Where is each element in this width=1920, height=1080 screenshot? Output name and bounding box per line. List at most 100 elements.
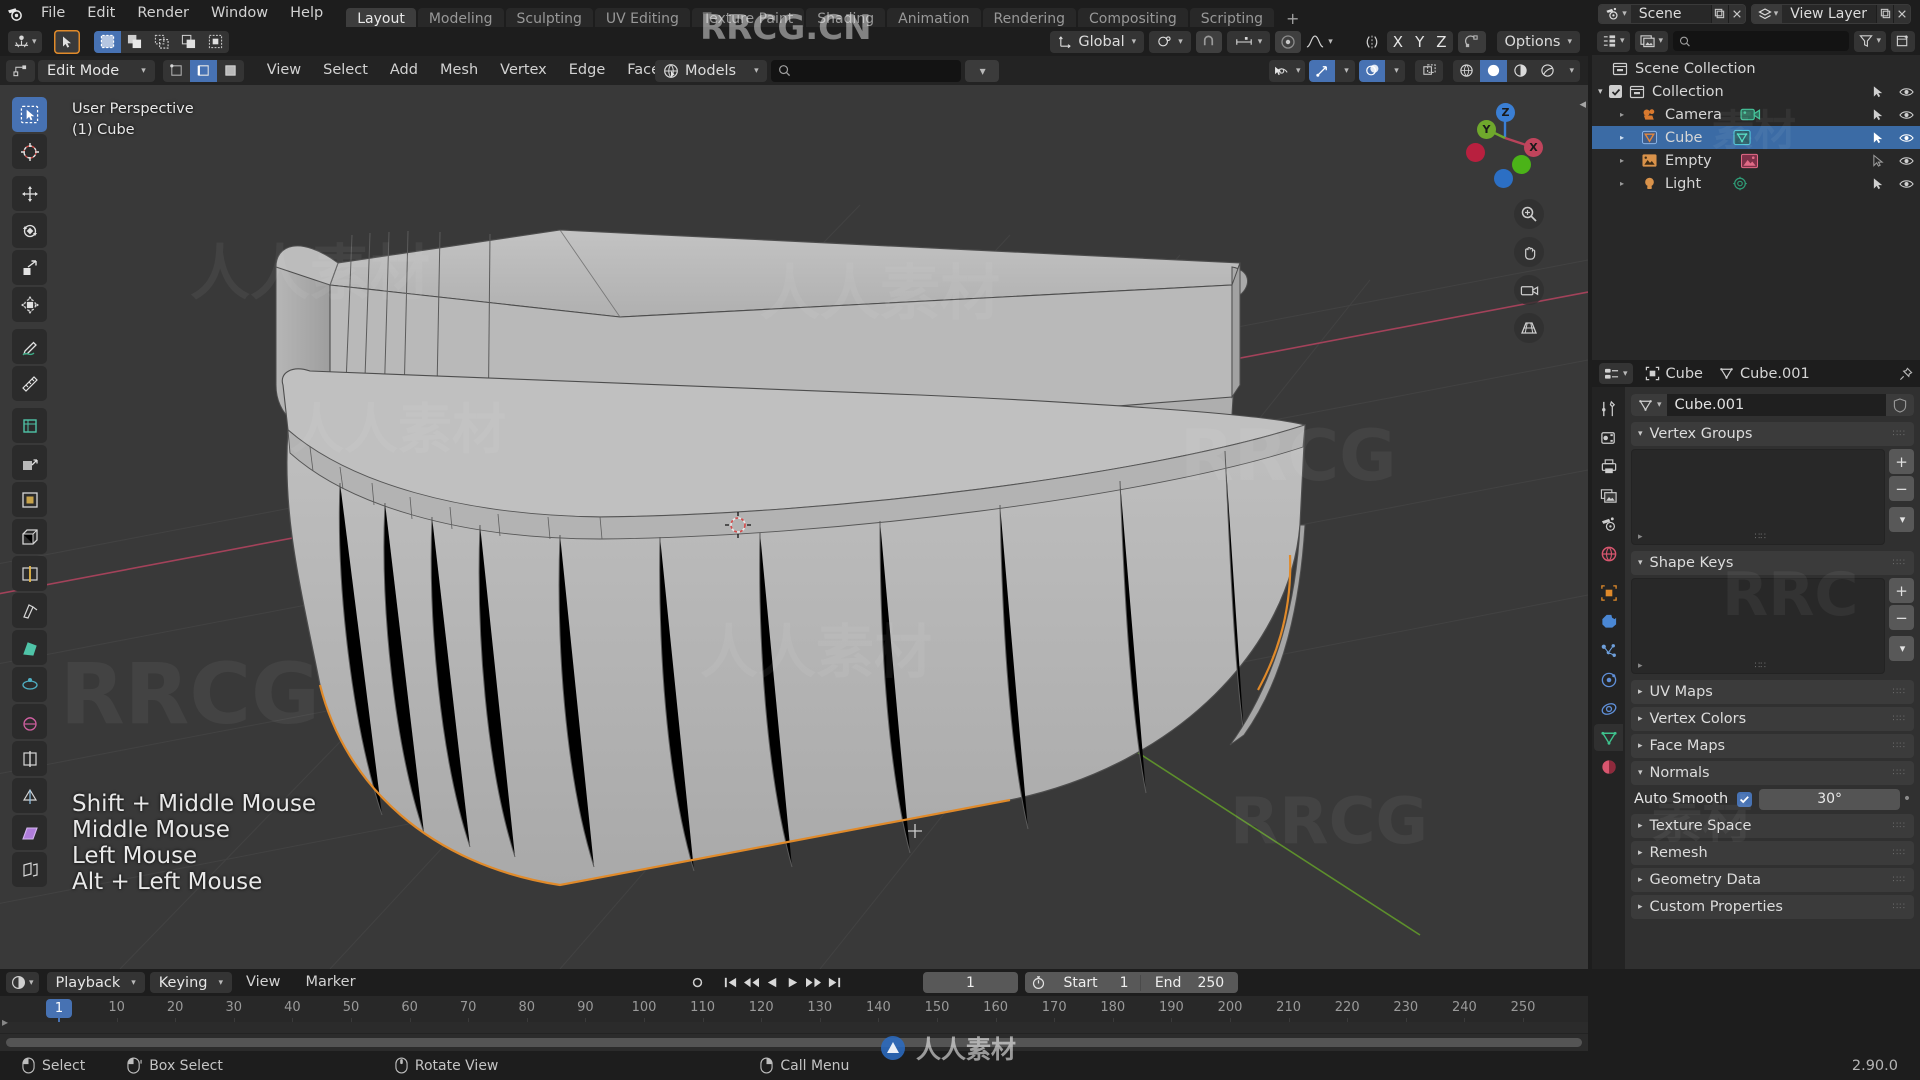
disable-in-viewport-icon[interactable] [1872, 177, 1885, 190]
blender-logo-icon[interactable] [0, 0, 30, 27]
show-overlays-toggle[interactable] [1359, 59, 1386, 82]
resize-grip-icon[interactable]: ∷∷ [1755, 661, 1766, 671]
select-subtract-button[interactable] [148, 31, 175, 53]
vertex-groups-list[interactable]: ▸ ∷∷ [1631, 449, 1885, 545]
tool-move[interactable] [12, 176, 47, 211]
hide-in-viewport-icon[interactable] [1899, 109, 1914, 121]
tool-shear[interactable] [12, 815, 47, 850]
panel-remesh[interactable]: ▸ Remesh ∷∷ [1631, 841, 1914, 865]
tab-world[interactable] [1594, 540, 1623, 567]
scene-name[interactable]: Scene [1631, 6, 1711, 22]
new-scene-button[interactable] [1710, 4, 1728, 23]
timeline-editor-type-button[interactable]: ▾ [6, 972, 39, 993]
tab-scene[interactable] [1594, 511, 1623, 538]
disclosure-triangle-icon[interactable]: ▸ [1620, 156, 1631, 165]
disclosure-triangle-icon[interactable]: ▸ [1620, 133, 1631, 142]
tweak-mode-button[interactable] [53, 29, 80, 54]
camera-view-button[interactable] [1514, 275, 1544, 305]
visibility-selectability-button[interactable]: ▾ [1268, 59, 1306, 82]
shape-key-specials-button[interactable]: ▾ [1889, 636, 1914, 661]
outliner-display-mode-button[interactable]: ▾ [1634, 30, 1669, 52]
editor-type-button[interactable] [6, 59, 35, 82]
menu-help[interactable]: Help [279, 3, 334, 24]
add-workspace-button[interactable]: + [1276, 9, 1309, 28]
tab-render[interactable] [1594, 424, 1623, 451]
animate-property-dot[interactable]: • [1900, 791, 1914, 807]
datablock-name[interactable]: Cube.001 [1675, 397, 1745, 413]
gizmo-x-negative[interactable] [1466, 143, 1485, 162]
panel-texture-space[interactable]: ▸ Texture Space ∷∷ [1631, 814, 1914, 838]
tab-tool[interactable] [1594, 395, 1623, 422]
outliner-row-light[interactable]: ▸ Light [1592, 172, 1920, 195]
stopwatch-icon[interactable] [1031, 975, 1046, 990]
zoom-view-button[interactable] [1514, 199, 1544, 229]
options-button[interactable]: Options ▾ [1496, 30, 1580, 53]
tab-material[interactable] [1594, 753, 1623, 780]
asset-library-button[interactable]: Models ▾ [655, 59, 767, 82]
tool-shrink-fatten[interactable] [12, 778, 47, 813]
tool-extrude-region[interactable] [12, 445, 47, 480]
tab-constraints[interactable] [1594, 695, 1623, 722]
remove-viewlayer-button[interactable] [1893, 4, 1910, 23]
disable-in-viewport-icon[interactable] [1872, 131, 1885, 144]
menu-file[interactable]: File [30, 3, 76, 24]
mirror-topology-button[interactable] [1457, 30, 1486, 53]
start-frame-field[interactable]: Start 1 [1052, 975, 1140, 991]
tool-add-cube[interactable] [12, 408, 47, 443]
tool-rotate[interactable] [12, 213, 47, 248]
add-vertex-group-button[interactable]: + [1889, 449, 1914, 474]
disclosure-triangle-icon[interactable]: ▸ [1638, 661, 1643, 671]
timeline-horizontal-scrollbar[interactable] [6, 1038, 1582, 1047]
gizmo-y-negative[interactable] [1512, 155, 1531, 174]
pivot-point-button[interactable]: ▾ [1149, 30, 1191, 53]
hide-in-viewport-icon[interactable] [1899, 132, 1914, 144]
overlay-options-dropdown[interactable]: ▾ [1385, 59, 1406, 82]
gizmo-z-positive[interactable]: Z [1496, 103, 1515, 122]
pin-icon[interactable] [1899, 366, 1913, 381]
shading-options-dropdown[interactable]: ▾ [1561, 60, 1580, 82]
tool-knife[interactable] [12, 593, 47, 628]
viewport-canvas[interactable]: User Perspective (1) Cube Shift + Middle… [0, 85, 1588, 969]
mirror-x-icon[interactable] [1362, 34, 1382, 50]
tool-cursor[interactable] [12, 134, 47, 169]
shape-keys-list[interactable]: ▸ ∷∷ [1631, 578, 1885, 674]
timeline-menu-marker[interactable]: Marker [294, 972, 366, 993]
play-reverse-icon[interactable] [764, 975, 781, 990]
remove-vertex-group-button[interactable]: − [1889, 476, 1914, 501]
light-data-icon[interactable] [1731, 176, 1749, 192]
tool-tweak[interactable] [12, 97, 47, 132]
mirror-y-button[interactable]: Y [1409, 31, 1430, 53]
rendered-shading-button[interactable] [1534, 60, 1561, 82]
tab-object[interactable] [1594, 579, 1623, 606]
timeline-ruler[interactable]: 10 20 30 40 50 60 70 80 90 100 110 120 130 140 150 160 1… [0, 996, 1588, 1040]
auto-smooth-angle-field[interactable]: 30° [1759, 788, 1900, 810]
hide-in-viewport-icon[interactable] [1899, 178, 1914, 190]
vertex-group-specials-button[interactable]: ▾ [1889, 507, 1914, 532]
sidebar-expand-arrow[interactable]: ◂ [1579, 97, 1586, 112]
timeline-menu-view[interactable]: View [235, 972, 291, 993]
mesh-data-icon[interactable] [1732, 129, 1753, 146]
viewport-menu-mesh[interactable]: Mesh [429, 60, 489, 81]
material-preview-button[interactable] [1507, 60, 1534, 82]
gizmo-z-negative[interactable] [1494, 169, 1513, 188]
tab-particles[interactable] [1594, 637, 1623, 664]
panel-shape-keys[interactable]: ▾ Shape Keys ∷∷ [1631, 551, 1914, 575]
menu-edit[interactable]: Edit [76, 3, 126, 24]
disable-in-viewport-icon[interactable] [1872, 108, 1885, 121]
collection-checkbox[interactable] [1609, 85, 1622, 98]
mirror-x-button[interactable]: X [1387, 31, 1409, 53]
outliner-search-input[interactable] [1673, 31, 1850, 51]
viewport-menu-vertex[interactable]: Vertex [489, 60, 558, 81]
snap-to-button[interactable]: ▾ [1226, 30, 1271, 53]
move-view-button[interactable] [1514, 237, 1544, 267]
outliner-row-collection[interactable]: ▾ Collection [1592, 80, 1920, 103]
previous-keyframe-icon[interactable] [742, 975, 761, 990]
disclosure-triangle-icon[interactable]: ▸ [1620, 110, 1631, 119]
image-data-icon[interactable] [1740, 153, 1759, 169]
panel-normals[interactable]: ▾ Normals ∷∷ [1631, 761, 1914, 785]
play-icon[interactable] [784, 975, 801, 990]
jump-to-start-icon[interactable] [722, 975, 739, 990]
outliner-search-field[interactable] [1695, 33, 1844, 49]
playhead-label[interactable]: 1 [46, 999, 72, 1018]
current-frame-field[interactable]: 1 [923, 972, 1018, 993]
